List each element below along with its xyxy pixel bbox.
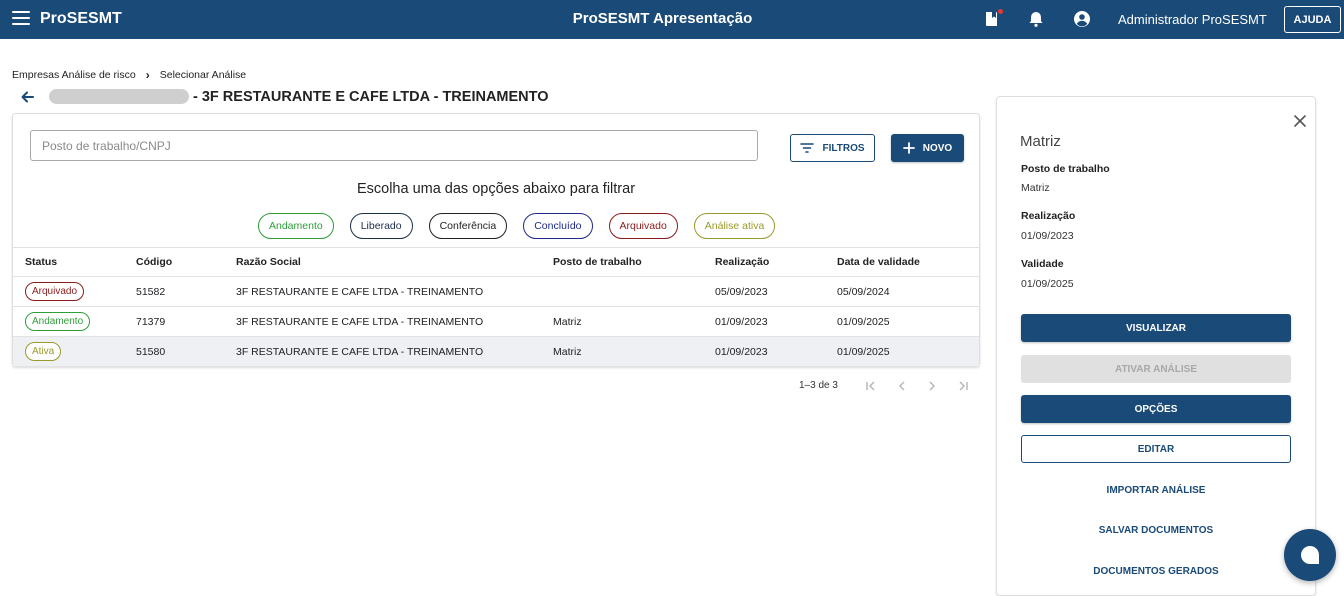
book-icon[interactable] <box>983 9 1003 28</box>
done-value: 01/09/2023 <box>1021 230 1074 242</box>
status-badge: Arquivado <box>25 282 85 301</box>
table-header: Status Código Razão Social Posto de trab… <box>13 248 979 277</box>
cell-valid: 01/09/2025 <box>837 315 890 328</box>
cell-valid: 01/09/2025 <box>837 345 890 358</box>
workstation-label: Posto de trabalho <box>1021 163 1110 175</box>
filters-button[interactable]: FILTROS <box>790 134 875 162</box>
page-title: - 3F RESTAURANTE E CAFE LTDA - TREINAMEN… <box>193 89 549 105</box>
status-filter-chips: Andamento Liberado Conferência Concluído… <box>258 213 776 239</box>
save-documents-link[interactable]: SALVAR DOCUMENTOS <box>1021 525 1291 536</box>
top-app-bar: ProSESMT ProSESMT Apresentação Administr… <box>0 0 1344 39</box>
table-row[interactable]: Andamento 71379 3F RESTAURANTE E CAFE LT… <box>13 307 979 337</box>
analysis-detail-panel: Matriz Posto de trabalho Matriz Realizaç… <box>996 96 1316 596</box>
pagination-range: 1–3 de 3 <box>799 380 838 391</box>
cell-valid: 05/09/2024 <box>837 285 890 298</box>
filters-button-label: FILTROS <box>822 142 865 154</box>
options-button[interactable]: OPÇÕES <box>1021 395 1291 423</box>
chip-andamento[interactable]: Andamento <box>258 213 334 239</box>
column-header-company[interactable]: Razão Social <box>236 248 301 276</box>
menu-icon[interactable] <box>12 11 30 27</box>
account-circle-icon[interactable] <box>1073 10 1091 28</box>
brand-name: ProSESMT <box>40 10 122 27</box>
new-button[interactable]: NOVO <box>891 134 964 162</box>
activate-analysis-button: ATIVAR ANÁLISE <box>1021 355 1291 383</box>
chat-bubble-icon <box>1301 546 1319 564</box>
import-analysis-link[interactable]: IMPORTAR ANÁLISE <box>1021 485 1291 496</box>
column-header-code[interactable]: Código <box>136 248 172 276</box>
breadcrumb: Empresas Análise de risco › Selecionar A… <box>12 68 246 82</box>
table-row[interactable]: Arquivado 51582 3F RESTAURANTE E CAFE LT… <box>13 277 979 307</box>
generated-documents-link[interactable]: DOCUMENTOS GERADOS <box>1021 566 1291 577</box>
done-label: Realização <box>1021 210 1076 222</box>
chip-liberado[interactable]: Liberado <box>349 213 413 239</box>
bell-icon[interactable] <box>1027 10 1045 28</box>
panel-title: Matriz <box>1020 133 1061 150</box>
cell-done: 01/09/2023 <box>715 345 768 358</box>
cell-code: 51580 <box>136 345 166 358</box>
first-page-icon[interactable] <box>863 378 879 394</box>
arrow-back-icon[interactable] <box>18 89 38 105</box>
status-badge: Andamento <box>25 312 91 331</box>
notification-dot <box>998 9 1003 14</box>
breadcrumb-item-select-analysis[interactable]: Selecionar Análise <box>160 69 246 81</box>
valid-value: 01/09/2025 <box>1021 278 1074 290</box>
analysis-table: Status Código Razão Social Posto de trab… <box>13 247 979 367</box>
valid-label: Validade <box>1021 258 1064 270</box>
next-page-icon[interactable] <box>924 378 940 394</box>
column-header-workstation[interactable]: Posto de trabalho <box>553 248 642 276</box>
search-input[interactable] <box>30 130 758 161</box>
cell-code: 71379 <box>136 315 166 328</box>
status-badge: Ativa <box>25 342 62 361</box>
new-button-label: NOVO <box>922 142 953 154</box>
chat-button[interactable] <box>1284 529 1336 581</box>
column-header-done[interactable]: Realização <box>715 248 769 276</box>
edit-button[interactable]: EDITAR <box>1021 435 1291 463</box>
breadcrumb-item-companies[interactable]: Empresas Análise de risco <box>12 69 136 81</box>
chip-concluido[interactable]: Concluído <box>523 213 593 239</box>
help-button[interactable]: AJUDA <box>1284 6 1341 33</box>
close-icon[interactable] <box>1293 114 1307 128</box>
redacted-company-name <box>49 89 189 104</box>
column-header-valid[interactable]: Data de validade <box>837 248 920 276</box>
plus-icon <box>902 142 915 154</box>
filter-list-icon <box>800 143 815 153</box>
last-page-icon[interactable] <box>955 378 971 394</box>
cell-workstation: Matriz <box>553 315 582 328</box>
view-button[interactable]: VISUALIZAR <box>1021 314 1291 342</box>
cell-done: 05/09/2023 <box>715 285 768 298</box>
chip-arquivado[interactable]: Arquivado <box>608 213 678 239</box>
cell-company: 3F RESTAURANTE E CAFE LTDA - TREINAMENTO <box>236 345 484 358</box>
previous-page-icon[interactable] <box>894 378 910 394</box>
chip-analise-ativa[interactable]: Análise ativa <box>693 213 776 239</box>
chip-conferencia[interactable]: Conferência <box>428 213 508 239</box>
filter-heading: Escolha uma das opções abaixo para filtr… <box>356 181 636 197</box>
workstation-value: Matriz <box>1021 182 1050 194</box>
analysis-list-card: FILTROS NOVO Escolha uma das opções abai… <box>12 113 980 367</box>
cell-company: 3F RESTAURANTE E CAFE LTDA - TREINAMENTO <box>236 285 484 298</box>
cell-workstation: Matriz <box>553 345 582 358</box>
cell-code: 51582 <box>136 285 166 298</box>
cell-company: 3F RESTAURANTE E CAFE LTDA - TREINAMENTO <box>236 315 484 328</box>
cell-done: 01/09/2023 <box>715 315 768 328</box>
table-row-selected[interactable]: Ativa 51580 3F RESTAURANTE E CAFE LTDA -… <box>13 337 979 367</box>
user-name[interactable]: Administrador ProSESMT <box>1118 12 1267 27</box>
chevron-right-icon: › <box>145 68 150 82</box>
column-header-status[interactable]: Status <box>25 248 57 276</box>
